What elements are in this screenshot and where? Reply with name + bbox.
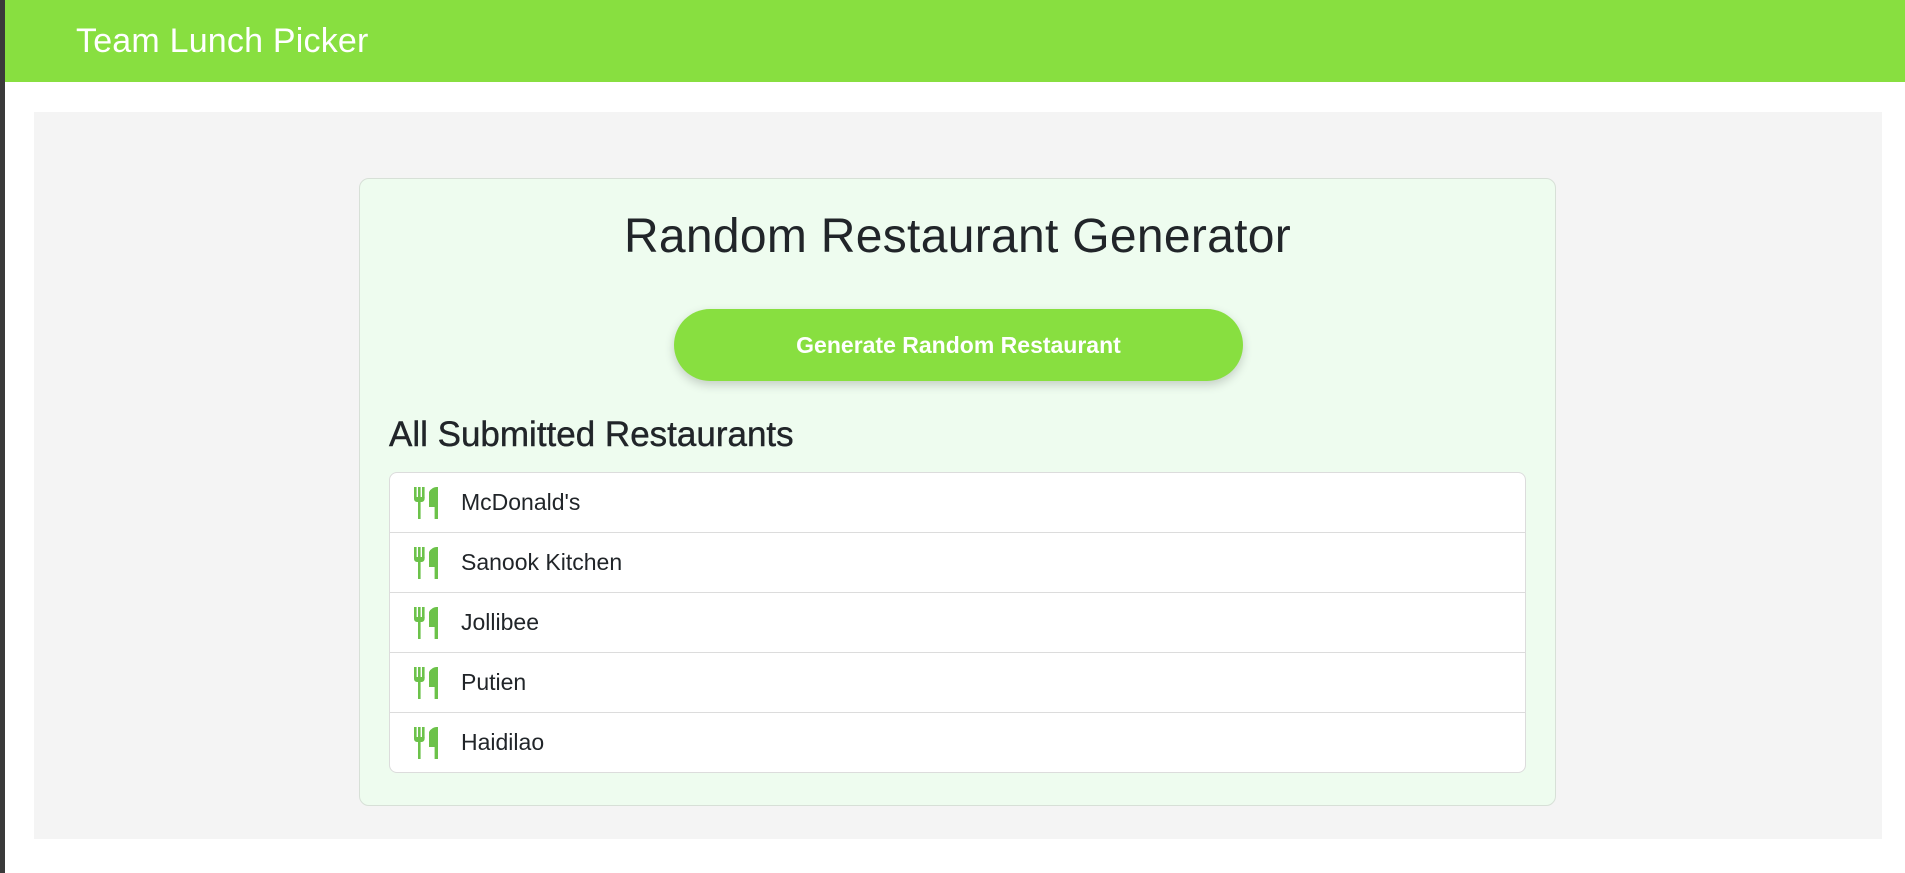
navbar: Team Lunch Picker: [5, 0, 1905, 82]
page-title: Random Restaurant Generator: [623, 210, 1292, 263]
main-content: Random Restaurant Generator Generate Ran…: [34, 112, 1882, 839]
generate-random-restaurant-button[interactable]: Generate Random Restaurant: [674, 309, 1243, 381]
window-edge: [0, 0, 5, 873]
list-item: Haidilao: [390, 713, 1525, 772]
utensils-icon: [413, 666, 441, 699]
restaurant-name: Haidilao: [461, 729, 545, 755]
utensils-icon: [413, 546, 441, 579]
restaurant-name: Sanook Kitchen: [461, 549, 623, 575]
restaurants-list-title: All Submitted Restaurants: [389, 415, 794, 454]
utensils-icon: [413, 486, 441, 519]
list-item: Sanook Kitchen: [390, 533, 1525, 593]
list-item: McDonald's: [390, 473, 1525, 533]
list-item: Jollibee: [390, 593, 1525, 653]
restaurant-name: Putien: [461, 669, 527, 695]
app-brand[interactable]: Team Lunch Picker: [76, 22, 369, 61]
list-item: Putien: [390, 653, 1525, 713]
restaurant-name: McDonald's: [461, 489, 581, 515]
utensils-icon: [413, 726, 441, 759]
utensils-icon: [413, 606, 441, 639]
generator-card: Random Restaurant Generator Generate Ran…: [359, 178, 1556, 806]
restaurant-list: McDonald's Sanook Kitchen Jollibee Putie…: [389, 472, 1526, 773]
restaurant-name: Jollibee: [461, 609, 539, 635]
